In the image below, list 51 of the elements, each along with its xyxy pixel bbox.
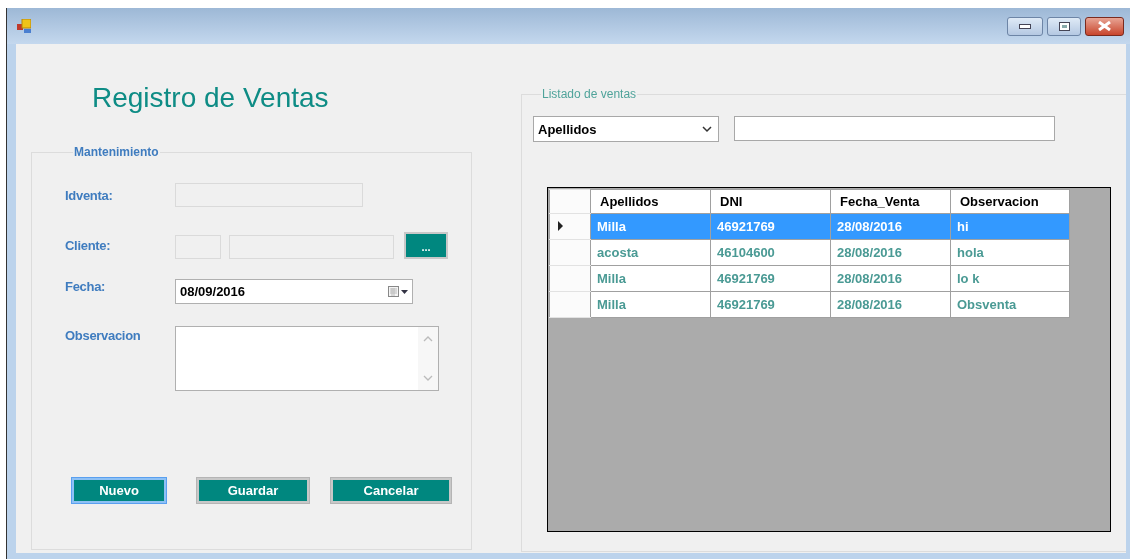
table-cell: Obsventa	[950, 291, 1070, 318]
action-button[interactable]: Cancelar	[330, 477, 452, 504]
table-cell: 46921769	[710, 265, 831, 292]
column-header[interactable]: Observacion	[950, 189, 1070, 214]
chevron-icon	[702, 125, 712, 133]
scroll-up-icon[interactable]	[423, 335, 433, 342]
maximize-button[interactable]	[1047, 16, 1081, 36]
form-title: Registro de Ventas	[91, 81, 330, 115]
maximize-icon	[1058, 21, 1070, 31]
table-cell: hi	[950, 213, 1070, 240]
group-title: Listado de ventas	[541, 87, 638, 101]
field-label: Idventa:	[65, 187, 114, 203]
field-label: Fecha:	[65, 279, 107, 294]
row-header[interactable]	[549, 265, 591, 292]
text-area[interactable]	[175, 326, 439, 391]
row-header[interactable]	[549, 239, 591, 266]
row-header[interactable]	[549, 291, 591, 318]
table-cell: 28/08/2016	[830, 291, 951, 318]
column-header[interactable]: DNI	[710, 189, 831, 214]
close-icon	[1098, 21, 1111, 31]
table-cell: lo k	[950, 265, 1070, 292]
table-cell: Milla	[590, 265, 711, 292]
minimize-icon	[1019, 23, 1031, 29]
table-cell: hola	[950, 239, 1070, 266]
table-cell: 28/08/2016	[830, 213, 951, 240]
table-cell: 28/08/2016	[830, 265, 951, 292]
table-cell: Milla	[590, 291, 711, 318]
table-cell: 46104600	[710, 239, 831, 266]
minimize-button[interactable]	[1007, 16, 1043, 36]
close-button[interactable]	[1085, 16, 1124, 36]
date-value: 08/09/2016	[180, 284, 247, 299]
table-cell: Milla	[590, 213, 711, 240]
group-title: Mantenimiento	[73, 145, 160, 159]
filter-dropdown[interactable]: Apellidos	[533, 116, 719, 142]
search-field[interactable]	[734, 116, 1055, 141]
table-cell: 46921769	[710, 213, 831, 240]
action-button[interactable]: Guardar	[196, 477, 310, 504]
date-picker[interactable]: 08/09/2016	[175, 279, 413, 304]
table-cell: 28/08/2016	[830, 239, 951, 266]
app-icon	[17, 19, 31, 33]
field-label: Cliente:	[65, 237, 112, 253]
scroll-down-icon[interactable]	[423, 375, 433, 382]
column-header[interactable]: Fecha_Venta	[830, 189, 951, 214]
browse-button[interactable]: ...	[404, 231, 448, 259]
calendar-icon[interactable]	[388, 285, 408, 298]
row-header[interactable]	[549, 213, 591, 240]
action-button[interactable]: Nuevo	[71, 477, 167, 504]
column-header[interactable]: Apellidos	[590, 189, 711, 214]
table-cell: acosta	[590, 239, 711, 266]
table-cell: 46921769	[710, 291, 831, 318]
field-label: Observacion	[65, 327, 142, 343]
